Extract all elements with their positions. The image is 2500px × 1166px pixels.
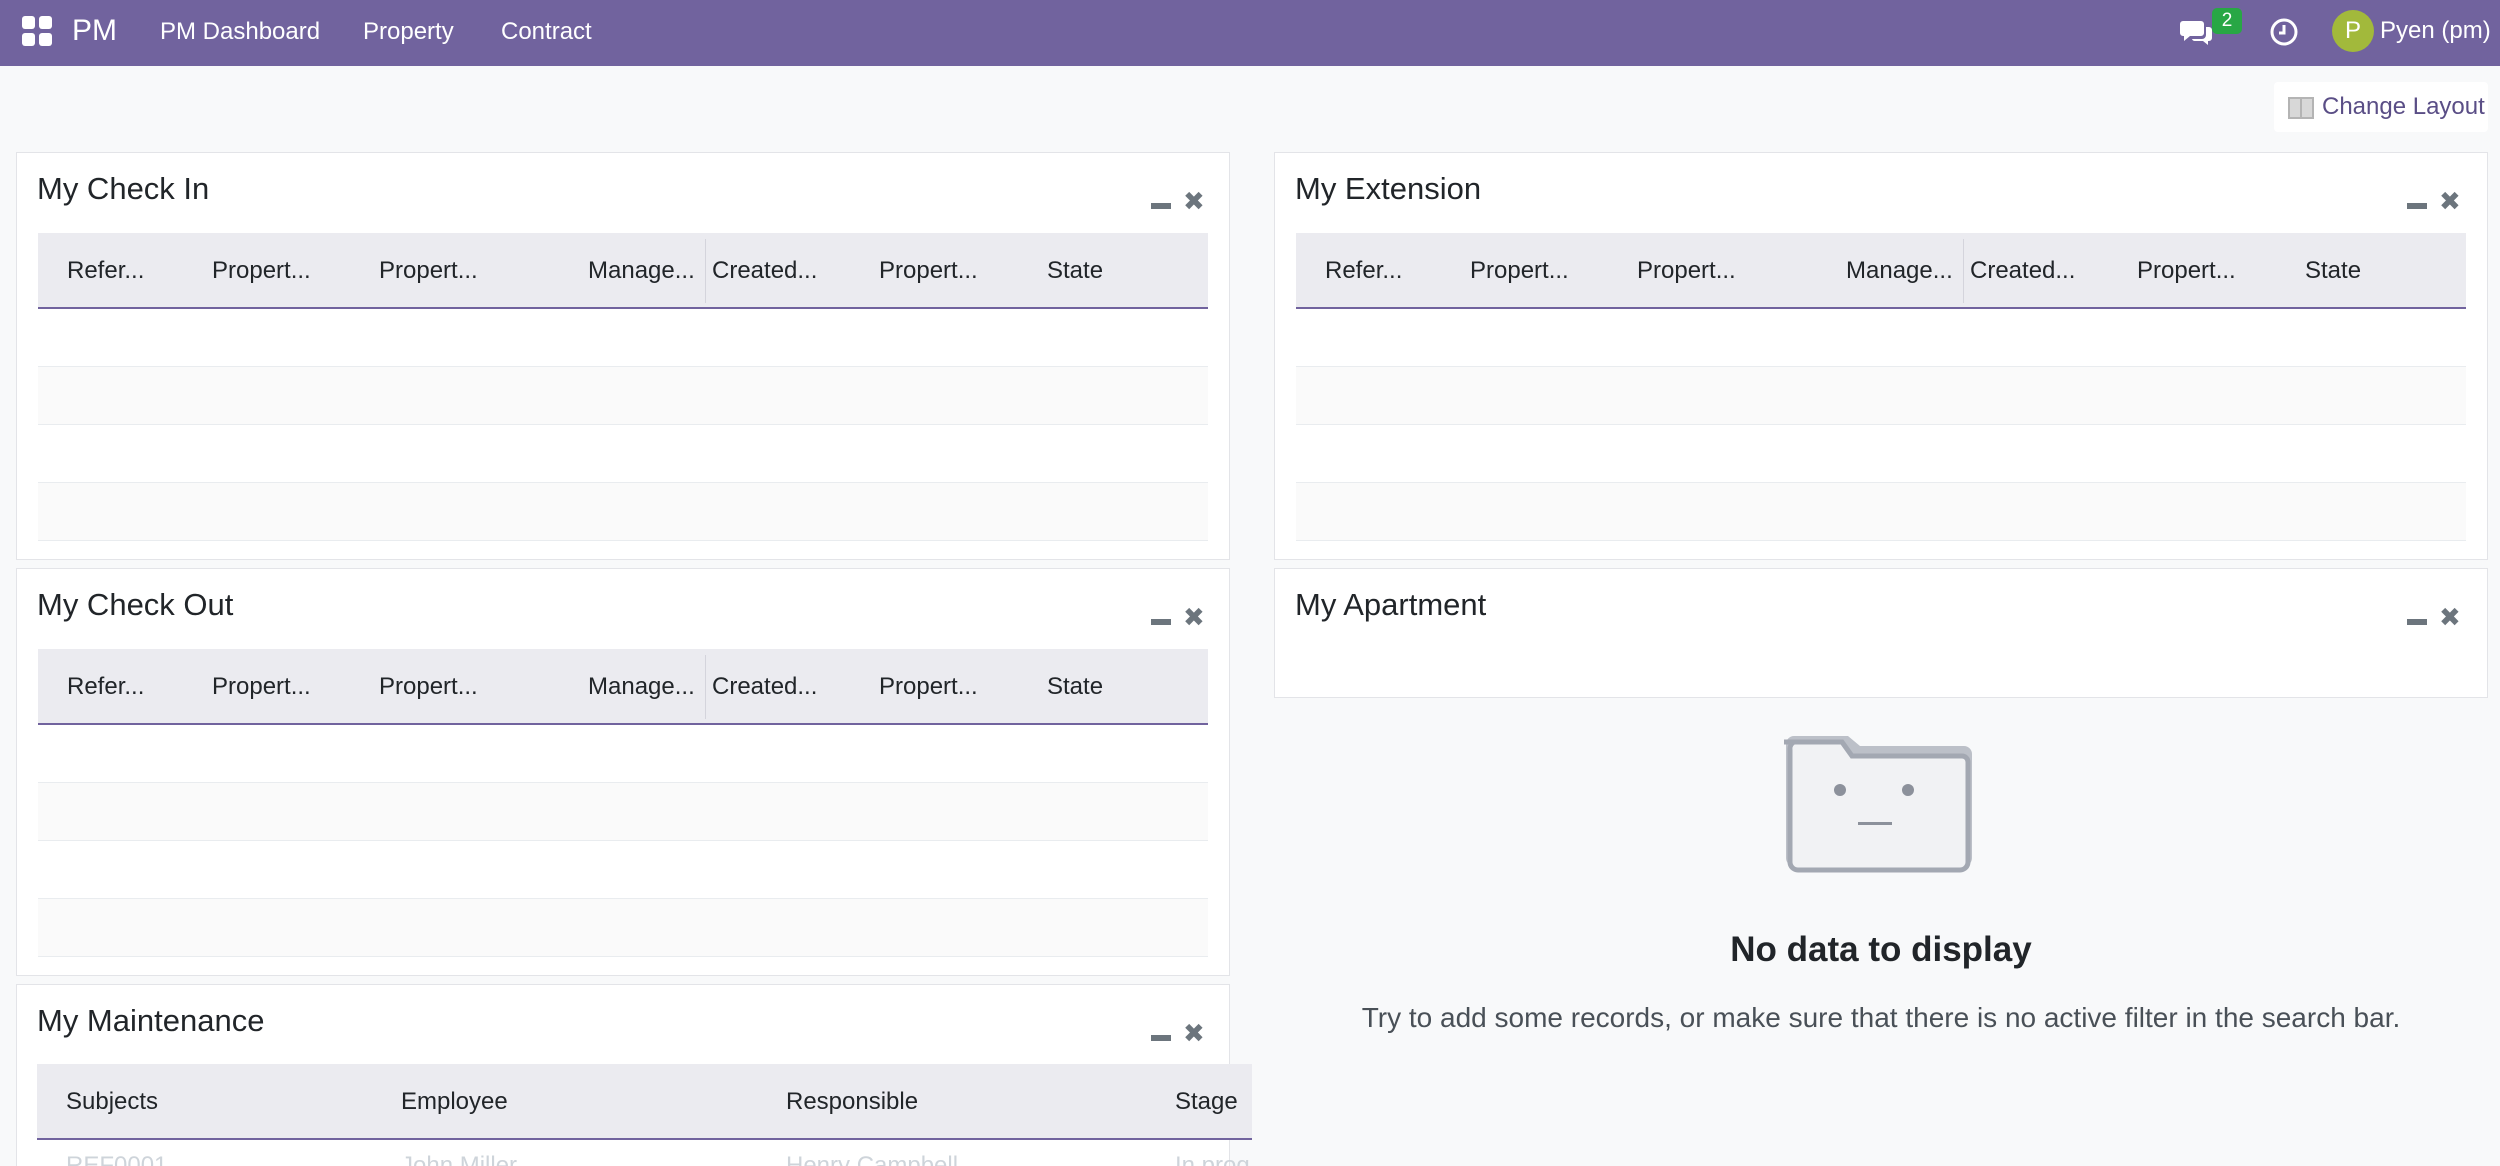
column-header[interactable]: State (2305, 257, 2361, 285)
column-header[interactable]: State (1047, 673, 1103, 701)
column-divider[interactable] (1963, 239, 1964, 303)
column-header[interactable]: Propert... (212, 257, 311, 285)
panel-my-apartment: My Apartment ✖ (1274, 568, 2488, 698)
column-header[interactable]: State (1047, 257, 1103, 285)
apps-grid-icon[interactable] (22, 16, 52, 46)
table-header: Refer... Propert... Propert... Manage...… (38, 649, 1208, 725)
panel-title: My Apartment (1295, 587, 1487, 622)
table-row (1296, 367, 2466, 425)
table-row (38, 899, 1208, 957)
minimize-icon[interactable] (1151, 203, 1171, 209)
column-header[interactable]: Manage... (1846, 257, 1953, 285)
table-row (38, 425, 1208, 483)
panel-title: My Check Out (37, 587, 234, 622)
minimize-icon[interactable] (2407, 619, 2427, 625)
empty-state-title: No data to display (1730, 930, 2032, 969)
panel-my-check-in: My Check In ✖ Refer... Propert... Proper… (16, 152, 1230, 560)
chat-bubbles-icon[interactable] (2180, 17, 2214, 47)
column-header[interactable]: Refer... (67, 673, 144, 701)
close-icon[interactable]: ✖ (2439, 604, 2461, 630)
column-header[interactable]: Propert... (1637, 257, 1736, 285)
table-row (38, 725, 1208, 783)
table-cell[interactable]: Henry Campbell (786, 1152, 958, 1166)
change-layout-label: Change Layout (2322, 93, 2485, 120)
column-header[interactable]: Propert... (2137, 257, 2236, 285)
app-brand[interactable]: PM (72, 14, 117, 48)
empty-folder-icon (1784, 736, 1972, 873)
table-row (38, 841, 1208, 899)
change-layout-button[interactable]: Change Layout (2274, 82, 2488, 132)
table-row (1296, 483, 2466, 541)
table-header: Refer... Propert... Propert... Manage...… (1296, 233, 2466, 309)
table-row (38, 367, 1208, 425)
column-header[interactable]: Created... (712, 257, 817, 285)
close-icon[interactable]: ✖ (1183, 1020, 1205, 1046)
column-header[interactable]: Propert... (212, 673, 311, 701)
close-icon[interactable]: ✖ (1183, 188, 1205, 214)
table-row (1296, 425, 2466, 483)
column-divider[interactable] (705, 239, 706, 303)
minimize-icon[interactable] (1151, 1035, 1171, 1041)
panel-my-check-out: My Check Out ✖ Refer... Propert... Prope… (16, 568, 1230, 976)
table-header: Subjects Employee Responsible Stage (37, 1064, 1252, 1140)
column-header[interactable]: Employee (401, 1088, 508, 1116)
table-cell[interactable]: John Miller (401, 1152, 517, 1166)
maintenance-table: Subjects Employee Responsible Stage REF0… (37, 1064, 1252, 1166)
table-row (38, 309, 1208, 367)
column-header[interactable]: Propert... (879, 673, 978, 701)
column-header[interactable]: Subjects (66, 1088, 158, 1116)
panel-my-extension: My Extension ✖ Refer... Propert... Prope… (1274, 152, 2488, 560)
table-header: Refer... Propert... Propert... Manage...… (38, 233, 1208, 309)
table-row (1296, 309, 2466, 367)
top-navbar: PM PM Dashboard Property Contract 2 P Py… (0, 0, 2500, 66)
column-header[interactable]: Propert... (879, 257, 978, 285)
clock-icon[interactable] (2268, 16, 2300, 48)
column-header[interactable]: Propert... (1470, 257, 1569, 285)
minimize-icon[interactable] (1151, 619, 1171, 625)
column-header[interactable]: Stage (1175, 1088, 1238, 1116)
panel-title: My Extension (1295, 171, 1482, 206)
panel-title: My Check In (37, 171, 210, 206)
chat-count-badge: 2 (2212, 8, 2242, 34)
table-row (38, 483, 1208, 541)
user-avatar[interactable]: P (2332, 10, 2374, 52)
column-header[interactable]: Refer... (67, 257, 144, 285)
empty-state-subtitle: Try to add some records, or make sure th… (1361, 1002, 2401, 1033)
column-header[interactable]: Created... (712, 673, 817, 701)
layout-columns-icon (2288, 97, 2314, 119)
user-name[interactable]: Pyen (pm) (2380, 17, 2491, 45)
table-cell[interactable]: REF0001 (66, 1152, 167, 1166)
table-row (38, 783, 1208, 841)
panel-title: My Maintenance (37, 1003, 265, 1038)
column-header[interactable]: Created... (1970, 257, 2075, 285)
column-divider[interactable] (705, 655, 706, 719)
minimize-icon[interactable] (2407, 203, 2427, 209)
table-cell[interactable]: In prog (1175, 1152, 1250, 1166)
column-header[interactable]: Manage... (588, 257, 695, 285)
close-icon[interactable]: ✖ (2439, 188, 2461, 214)
column-header[interactable]: Refer... (1325, 257, 1402, 285)
column-header[interactable]: Manage... (588, 673, 695, 701)
menu-contract[interactable]: Contract (501, 18, 592, 46)
column-header[interactable]: Responsible (786, 1088, 918, 1116)
close-icon[interactable]: ✖ (1183, 604, 1205, 630)
column-header[interactable]: Propert... (379, 673, 478, 701)
column-header[interactable]: Propert... (379, 257, 478, 285)
menu-pm-dashboard[interactable]: PM Dashboard (160, 18, 320, 46)
menu-property[interactable]: Property (363, 18, 454, 46)
